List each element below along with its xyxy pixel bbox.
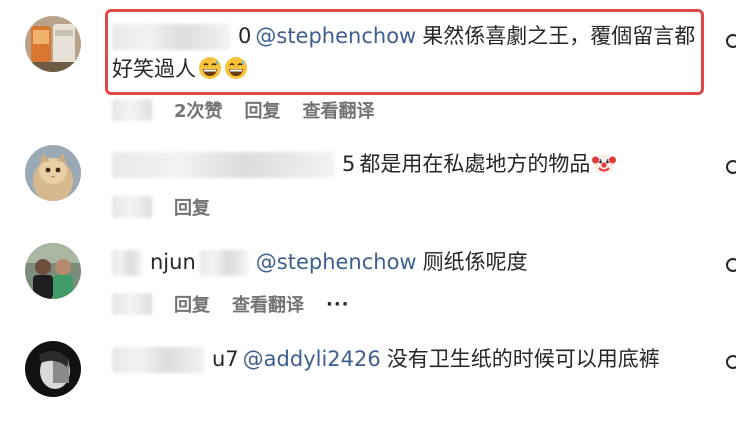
timestamp-blurred xyxy=(112,196,152,218)
grinning-sweat-emoji xyxy=(198,56,222,80)
username-tail[interactable]: 0 xyxy=(238,24,251,48)
translate-button[interactable]: 查看翻译 xyxy=(232,291,304,317)
reply-button[interactable]: 回复 xyxy=(174,194,210,220)
comment-meta: 2次赞 回复 查看翻译 xyxy=(112,97,375,123)
username-tail[interactable]: njun xyxy=(150,250,196,274)
reply-button[interactable]: 回复 xyxy=(245,97,281,123)
mention-link[interactable]: @stephenchow xyxy=(256,250,417,274)
comment-text: u7 @addyli2426 没有卫生纸的时候可以用底裤 xyxy=(112,343,696,376)
clown-emoji xyxy=(592,151,617,175)
grinning-sweat-emoji xyxy=(224,56,248,80)
avatar[interactable] xyxy=(25,145,81,201)
likes-count[interactable]: 2次赞 xyxy=(174,97,223,123)
username-tail[interactable]: 5 xyxy=(342,152,355,176)
username-blurred[interactable] xyxy=(199,250,248,276)
mention-link[interactable]: @addyli2426 xyxy=(243,347,381,371)
reply-button[interactable]: 回复 xyxy=(174,291,210,317)
avatar[interactable] xyxy=(25,16,81,72)
like-heart-icon[interactable] xyxy=(726,355,736,369)
comment-body: 没有卫生纸的时候可以用底裤 xyxy=(386,347,660,371)
timestamp-blurred xyxy=(112,293,152,315)
timestamp-blurred xyxy=(112,99,152,121)
username-blurred[interactable] xyxy=(112,250,142,276)
username-blurred[interactable] xyxy=(112,152,334,178)
like-heart-icon[interactable] xyxy=(726,34,736,48)
comment-text: njun @stephenchow 厕纸係呢度 xyxy=(112,246,702,279)
translate-button[interactable]: 查看翻译 xyxy=(303,97,375,123)
comment-text: 0 @stephenchow 果然係喜劇之王，覆個留言都好笑過人 xyxy=(112,20,702,86)
comment-body: 厕纸係呢度 xyxy=(422,250,528,274)
comment-text: 5 都是用在私處地方的物品 xyxy=(112,148,702,181)
like-heart-icon[interactable] xyxy=(726,160,736,174)
username-tail[interactable]: u7 xyxy=(212,347,239,371)
username-blurred[interactable] xyxy=(112,347,204,373)
username-blurred[interactable] xyxy=(112,24,230,50)
comment-meta: 回复 xyxy=(112,194,210,220)
comment-body: 都是用在私處地方的物品 xyxy=(359,152,591,176)
like-heart-icon[interactable] xyxy=(726,258,736,272)
avatar[interactable] xyxy=(25,341,81,397)
comment-meta: 回复 查看翻译 ··· xyxy=(112,291,350,317)
avatar[interactable] xyxy=(25,243,81,299)
more-options-icon[interactable]: ··· xyxy=(326,294,350,315)
mention-link[interactable]: @stephenchow xyxy=(255,24,416,48)
